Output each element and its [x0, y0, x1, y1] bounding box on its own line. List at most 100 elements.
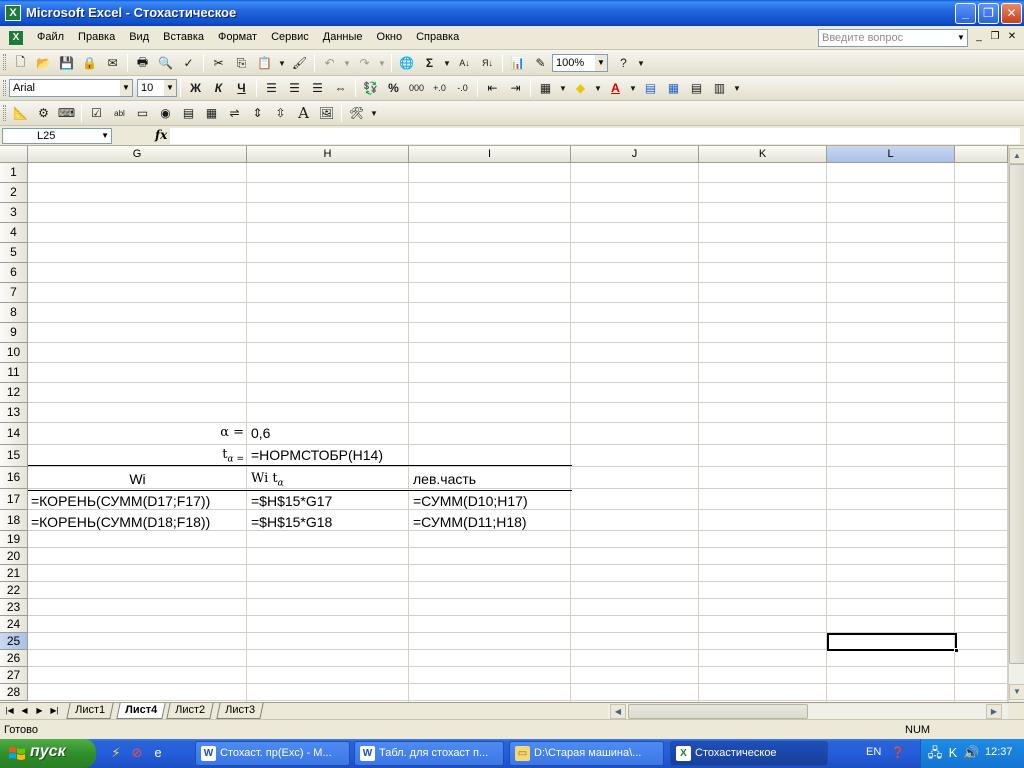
increase-decimal-icon[interactable]: +.0: [428, 78, 451, 98]
row-header-23[interactable]: 23: [0, 599, 28, 616]
font-name-select[interactable]: Arial ▼: [9, 79, 133, 97]
form-icon[interactable]: ▤: [639, 78, 662, 98]
workbook-minimize-icon[interactable]: _: [972, 30, 986, 44]
column-header-k[interactable]: K: [699, 146, 827, 163]
menu-help[interactable]: Справка: [409, 26, 466, 50]
paste-dropdown-icon[interactable]: ▼: [276, 53, 288, 73]
task-explorer-folder[interactable]: ▭ D:\Старая машина\...: [509, 741, 664, 766]
menu-view[interactable]: Вид: [122, 26, 156, 50]
autosum-icon[interactable]: Σ: [418, 53, 441, 73]
excel-app-icon[interactable]: X: [5, 5, 21, 21]
row-header-10[interactable]: 10: [0, 343, 28, 363]
font-size-dropdown-icon[interactable]: ▼: [164, 80, 176, 96]
row-header-3[interactable]: 3: [0, 203, 28, 223]
worksheet-grid[interactable]: GHIJKL 1 2 3 4 5 6 7 8 9 10 11 12 13 14 15 16 17 18 19 20 21…: [0, 146, 1008, 702]
row-header-25[interactable]: 25: [0, 633, 28, 650]
textbox-control-icon[interactable]: abl: [108, 103, 131, 123]
scroll-up-icon[interactable]: ▲: [1009, 148, 1024, 164]
column-header-g[interactable]: G: [28, 146, 247, 163]
redo-dropdown-icon[interactable]: ▼: [376, 53, 388, 73]
first-sheet-icon[interactable]: |◀: [3, 704, 16, 718]
sheet-tab-1[interactable]: Лист1: [66, 703, 114, 719]
font-size-select[interactable]: 10 ▼: [137, 79, 177, 97]
combobox-control-icon[interactable]: ▦: [200, 103, 223, 123]
print-icon[interactable]: 🖶: [131, 53, 154, 73]
scroll-left-icon[interactable]: ◀: [610, 704, 626, 719]
cell-g17[interactable]: =КОРЕНЬ(СУММ(D17;F17)): [31, 492, 210, 510]
prev-sheet-icon[interactable]: ◀: [18, 704, 31, 718]
row-header-20[interactable]: 20: [0, 548, 28, 565]
button-control-icon[interactable]: ▭: [131, 103, 154, 123]
more-controls-icon[interactable]: 🛠: [345, 103, 368, 123]
checkbox-control-icon[interactable]: ☑: [85, 103, 108, 123]
restore-button[interactable]: ❐: [978, 3, 999, 24]
chart-wizard-icon[interactable]: 📊: [506, 53, 529, 73]
row-header-12[interactable]: 12: [0, 383, 28, 403]
drawing-icon[interactable]: ✎: [529, 53, 552, 73]
label-control-icon[interactable]: A: [292, 103, 315, 123]
menu-tools[interactable]: Сервис: [264, 26, 316, 50]
vertical-scrollbar[interactable]: ▲ ▼: [1008, 146, 1024, 702]
columns-icon[interactable]: ▥: [708, 78, 731, 98]
row-header-15[interactable]: 15: [0, 445, 28, 467]
last-sheet-icon[interactable]: ▶|: [48, 704, 61, 718]
vertical-scroll-thumb[interactable]: [1009, 164, 1024, 664]
cell-h17[interactable]: =$H$15*G17: [251, 492, 332, 510]
next-sheet-icon[interactable]: ▶: [33, 704, 46, 718]
row-header-7[interactable]: 7: [0, 283, 28, 303]
design-mode-icon[interactable]: 📐: [9, 103, 32, 123]
scroll-down-icon[interactable]: ▼: [1009, 684, 1024, 700]
name-box-dropdown-icon[interactable]: ▼: [101, 129, 109, 143]
menu-window[interactable]: Окно: [370, 26, 410, 50]
menu-insert[interactable]: Вставка: [156, 26, 211, 50]
row-header-26[interactable]: 26: [0, 650, 28, 667]
active-cell-selection[interactable]: [827, 633, 959, 653]
menu-file[interactable]: Файл: [30, 26, 71, 50]
undo-icon[interactable]: ↶: [318, 53, 341, 73]
row-header-17[interactable]: 17: [0, 489, 28, 510]
menu-edit[interactable]: Правка: [71, 26, 122, 50]
merge-center-icon[interactable]: ⇔: [329, 78, 352, 98]
help-dropdown-icon[interactable]: ▼: [635, 53, 647, 73]
image-control-icon[interactable]: 🖼: [315, 103, 338, 123]
toolbar-options-icon[interactable]: ▼: [731, 78, 743, 98]
row-header-4[interactable]: 4: [0, 223, 28, 243]
task-word-document-2[interactable]: W Табл. для стохаст п...: [354, 741, 504, 766]
paste-icon[interactable]: 📋: [253, 53, 276, 73]
cell-g14[interactable]: α =: [28, 424, 244, 442]
cell-g16[interactable]: Wi: [28, 470, 247, 488]
task-excel-workbook[interactable]: X Стохастическое: [670, 741, 828, 766]
menu-data[interactable]: Данные: [316, 26, 370, 50]
name-box[interactable]: L25 ▼: [2, 128, 112, 144]
close-button[interactable]: ✕: [1001, 3, 1022, 24]
help-question-dropdown-icon[interactable]: ▼: [955, 29, 967, 47]
row-header-21[interactable]: 21: [0, 565, 28, 582]
hyperlink-icon[interactable]: 🌐: [395, 53, 418, 73]
fill-color-dropdown-icon[interactable]: ▼: [592, 78, 604, 98]
row-header-19[interactable]: 19: [0, 531, 28, 548]
table-icon[interactable]: ▦: [662, 78, 685, 98]
column-header-h[interactable]: H: [247, 146, 409, 163]
list-icon[interactable]: ▤: [685, 78, 708, 98]
minimize-button[interactable]: _: [955, 3, 976, 24]
cut-icon[interactable]: ✂: [207, 53, 230, 73]
save-icon[interactable]: 💾: [55, 53, 78, 73]
decrease-indent-icon[interactable]: ⇤: [481, 78, 504, 98]
formula-input[interactable]: [170, 128, 1020, 144]
spin-button-icon[interactable]: ⇕: [246, 103, 269, 123]
task-word-document-1[interactable]: W Стохаст. пр(Exc) - M...: [195, 741, 350, 766]
more-controls-dropdown-icon[interactable]: ▼: [368, 103, 380, 123]
autosum-dropdown-icon[interactable]: ▼: [441, 53, 453, 73]
quicklaunch-lightning-icon[interactable]: ⚡: [108, 745, 124, 761]
horizontal-scroll-thumb[interactable]: [628, 704, 808, 719]
start-button[interactable]: пуск: [0, 739, 96, 768]
italic-button[interactable]: К: [207, 78, 230, 98]
open-folder-icon[interactable]: 📂: [32, 53, 55, 73]
toolbar-grip[interactable]: [3, 105, 6, 121]
borders-dropdown-icon[interactable]: ▼: [557, 78, 569, 98]
quicklaunch-opera-icon[interactable]: ⊘: [129, 745, 145, 761]
cell-h14[interactable]: 0,6: [251, 424, 270, 442]
row-header-1[interactable]: 1: [0, 163, 28, 183]
tray-volume-icon[interactable]: 🔊: [963, 745, 979, 761]
row-header-8[interactable]: 8: [0, 303, 28, 323]
